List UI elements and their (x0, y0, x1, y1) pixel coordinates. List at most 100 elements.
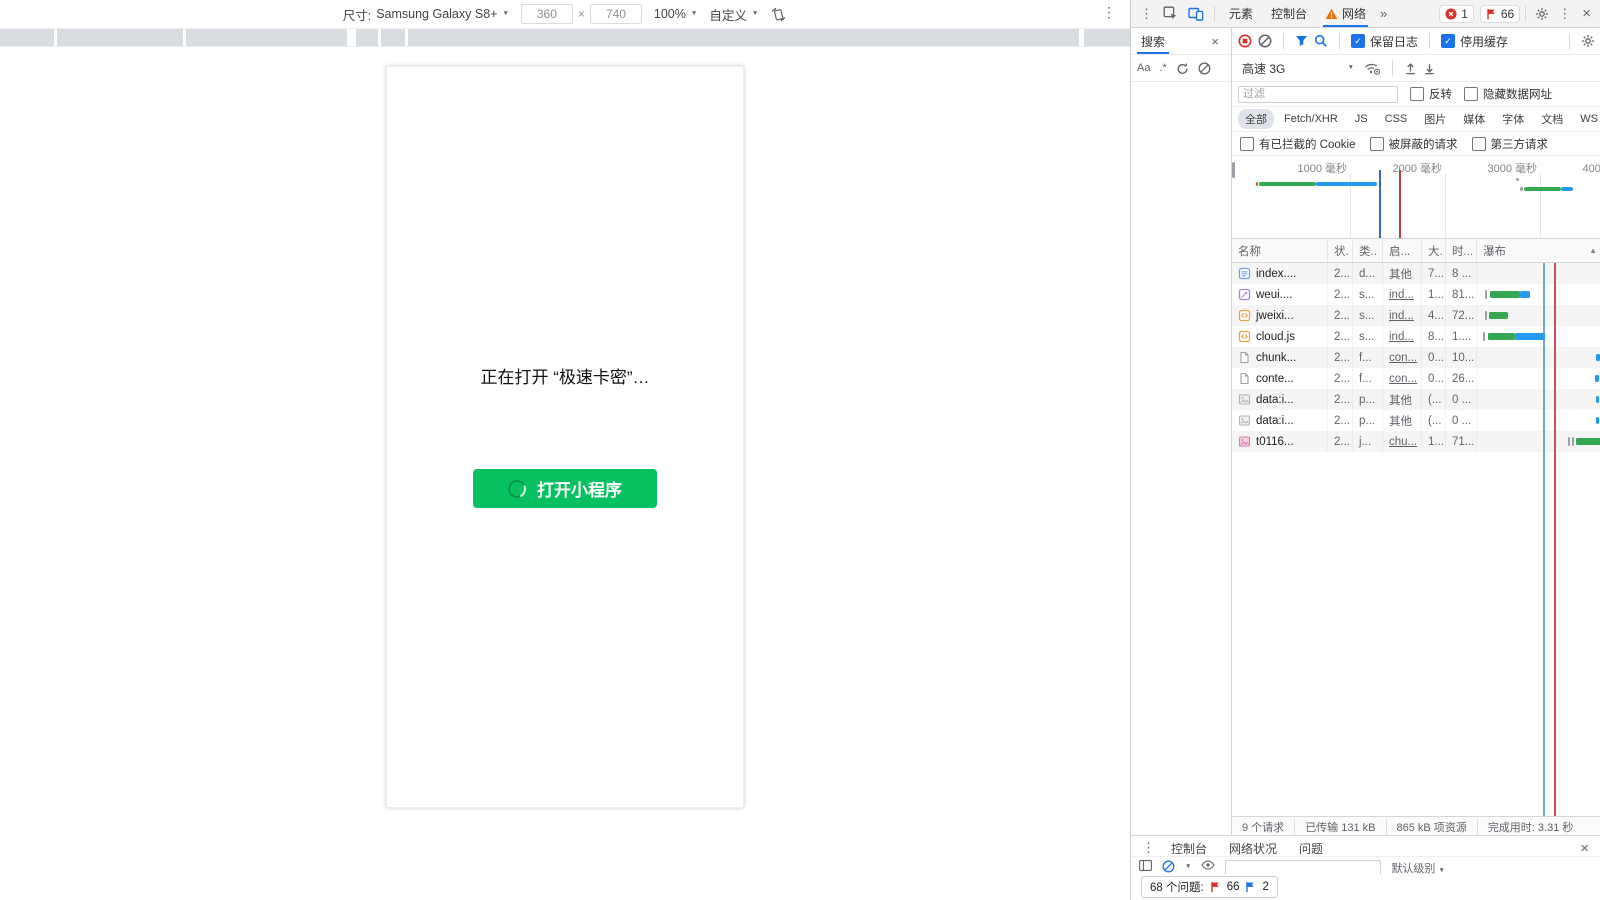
column-header-瀑布[interactable]: 瀑布▲ (1477, 239, 1600, 262)
device-select[interactable]: 尺寸: Samsung Galaxy S8+ ▼ (343, 5, 509, 24)
rotate-device-icon[interactable] (770, 7, 787, 22)
request-time-cell: 1.... (1446, 326, 1477, 347)
network-summary-bar: 9 个请求已传输 131 kB865 kB 项资源完成用时: 3.31 秒 (1232, 816, 1600, 836)
request-name-cell: conte... (1232, 368, 1328, 389)
checkbox-第三方请求[interactable]: 第三方请求 (1472, 136, 1549, 152)
preserve-log-checkbox[interactable]: ✓ 保留日志 (1351, 33, 1418, 50)
filter-chip-字体[interactable]: 字体 (1495, 109, 1531, 129)
initiator-link[interactable]: con... (1389, 352, 1417, 364)
regex-button[interactable]: .* (1159, 62, 1166, 74)
initiator-link[interactable]: ind... (1389, 331, 1414, 343)
column-header-label: 启... (1389, 243, 1410, 259)
open-miniprogram-button[interactable]: 打开小程序 (473, 469, 657, 508)
tab-网络[interactable]: 网络 (1316, 0, 1375, 27)
settings-gear-icon[interactable] (1531, 7, 1553, 21)
viewport-height-input[interactable]: 740 (590, 4, 642, 24)
clear-console-icon[interactable] (1162, 860, 1175, 873)
filter-chip-媒体[interactable]: 媒体 (1456, 109, 1492, 129)
disable-cache-checkbox[interactable]: ✓ 停用缓存 (1441, 33, 1508, 50)
close-devtools-icon[interactable]: × (1576, 6, 1597, 21)
waterfall-bar-blue (1596, 396, 1599, 403)
console-errors-badge[interactable]: 1 (1439, 5, 1474, 23)
request-type-cell: s... (1353, 326, 1383, 347)
match-case-button[interactable]: Aa (1137, 62, 1150, 74)
initiator-link[interactable]: ind... (1389, 310, 1414, 322)
clear-network-log-icon[interactable] (1258, 34, 1272, 48)
checkbox-有已拦截的 Cookie[interactable]: 有已拦截的 Cookie (1240, 136, 1356, 152)
initiator-link[interactable]: ind... (1389, 289, 1414, 301)
throttle-mode-select[interactable]: 自定义 ▼ (709, 5, 758, 24)
device-name: Samsung Galaxy S8+ (376, 7, 497, 21)
issues-badge[interactable]: 66 (1480, 5, 1520, 23)
filter-input[interactable] (1238, 86, 1398, 103)
column-header-启...[interactable]: 启... (1383, 239, 1422, 262)
close-search-icon[interactable]: × (1205, 35, 1225, 48)
request-initiator-cell: ind... (1383, 284, 1422, 305)
request-type-cell: p... (1353, 389, 1383, 410)
issues-counter[interactable]: 68 个问题: 66 2 (1141, 876, 1278, 898)
filter-chip-文档[interactable]: 文档 (1534, 109, 1570, 129)
filter-chip-全部[interactable]: 全部 (1238, 109, 1274, 129)
zoom-value: 100% (654, 7, 686, 21)
request-time-cell: 10... (1446, 347, 1477, 368)
column-header-大.[interactable]: 大. (1422, 239, 1446, 262)
overview-request-bar (1524, 187, 1561, 191)
zoom-select[interactable]: 100% ▼ (654, 7, 697, 21)
filter-chip-CSS[interactable]: CSS (1378, 111, 1415, 127)
column-header-label: 类.. (1359, 243, 1377, 259)
drawer-tab-label: 控制台 (1171, 840, 1207, 857)
viewport-width-input[interactable]: 360 (521, 4, 573, 24)
more-panels-icon[interactable]: » (1375, 6, 1392, 21)
request-status-cell: 2... (1328, 410, 1353, 431)
waterfall-bar-green (1489, 312, 1508, 319)
toggle-device-toolbar-icon[interactable] (1183, 7, 1209, 21)
script-icon (1238, 330, 1251, 343)
inspect-element-icon[interactable] (1158, 6, 1183, 21)
network-settings-gear-icon[interactable] (1581, 34, 1595, 48)
column-header-类..[interactable]: 类.. (1353, 239, 1383, 262)
column-header-名称[interactable]: 名称 (1232, 239, 1328, 262)
console-sidebar-icon[interactable] (1139, 860, 1152, 871)
throttling-select[interactable]: 高速 3G ▼ (1238, 60, 1358, 77)
waterfall-bar-tick (1485, 290, 1487, 299)
search-network-icon[interactable] (1314, 34, 1328, 48)
drawer-menu-icon[interactable]: ⋮ (1137, 840, 1160, 856)
initiator-link[interactable]: chu... (1389, 436, 1417, 448)
sort-ascending-icon[interactable]: ▲ (1589, 246, 1597, 255)
eye-icon[interactable] (1201, 860, 1215, 870)
hide-data-urls-checkbox[interactable]: 隐藏数据网址 (1464, 86, 1552, 102)
filter-funnel-icon[interactable] (1295, 35, 1308, 47)
request-type-cell: s... (1353, 284, 1383, 305)
checkbox-被屏蔽的请求[interactable]: 被屏蔽的请求 (1370, 136, 1458, 152)
filter-chip-WS[interactable]: WS (1573, 111, 1600, 127)
chevron-down-icon[interactable]: ▼ (1185, 864, 1191, 871)
network-conditions-icon[interactable] (1364, 62, 1381, 75)
close-drawer-icon[interactable]: × (1574, 841, 1595, 856)
tab-元素[interactable]: 元素 (1220, 0, 1262, 27)
request-name: data:i... (1256, 394, 1294, 406)
column-header-时...[interactable]: 时... (1446, 239, 1477, 262)
network-overview-timeline[interactable]: 1000 毫秒2000 毫秒3000 毫秒4000 毫秒 (1232, 156, 1600, 239)
filter-chip-JS[interactable]: JS (1348, 111, 1375, 127)
request-status-cell: 2... (1328, 263, 1353, 284)
request-initiator-cell: 其他 (1383, 389, 1422, 410)
dock-menu-icon[interactable]: ⋮ (1135, 6, 1158, 22)
invert-filter-checkbox[interactable]: 反转 (1410, 86, 1452, 102)
request-status-cell: 2... (1328, 431, 1353, 452)
record-network-log-icon[interactable] (1238, 34, 1252, 48)
device-toolbar-options-icon[interactable]: ⋮ (1102, 4, 1116, 21)
tab-search[interactable]: 搜索 (1137, 28, 1169, 54)
column-header-状.[interactable]: 状. (1328, 239, 1353, 262)
initiator-link[interactable]: con... (1389, 373, 1417, 385)
filter-chip-图片[interactable]: 图片 (1417, 109, 1453, 129)
request-waterfall-cell (1477, 305, 1600, 326)
request-name-cell: chunk... (1232, 347, 1328, 368)
export-har-icon[interactable] (1423, 62, 1436, 75)
request-type-cell: j... (1353, 431, 1383, 452)
refresh-search-icon[interactable] (1176, 62, 1189, 75)
filter-chip-Fetch/XHR[interactable]: Fetch/XHR (1277, 111, 1345, 127)
tab-控制台[interactable]: 控制台 (1262, 0, 1316, 27)
import-har-icon[interactable] (1404, 62, 1417, 75)
devtools-menu-icon[interactable]: ⋮ (1553, 6, 1576, 22)
clear-search-icon[interactable] (1198, 62, 1211, 75)
